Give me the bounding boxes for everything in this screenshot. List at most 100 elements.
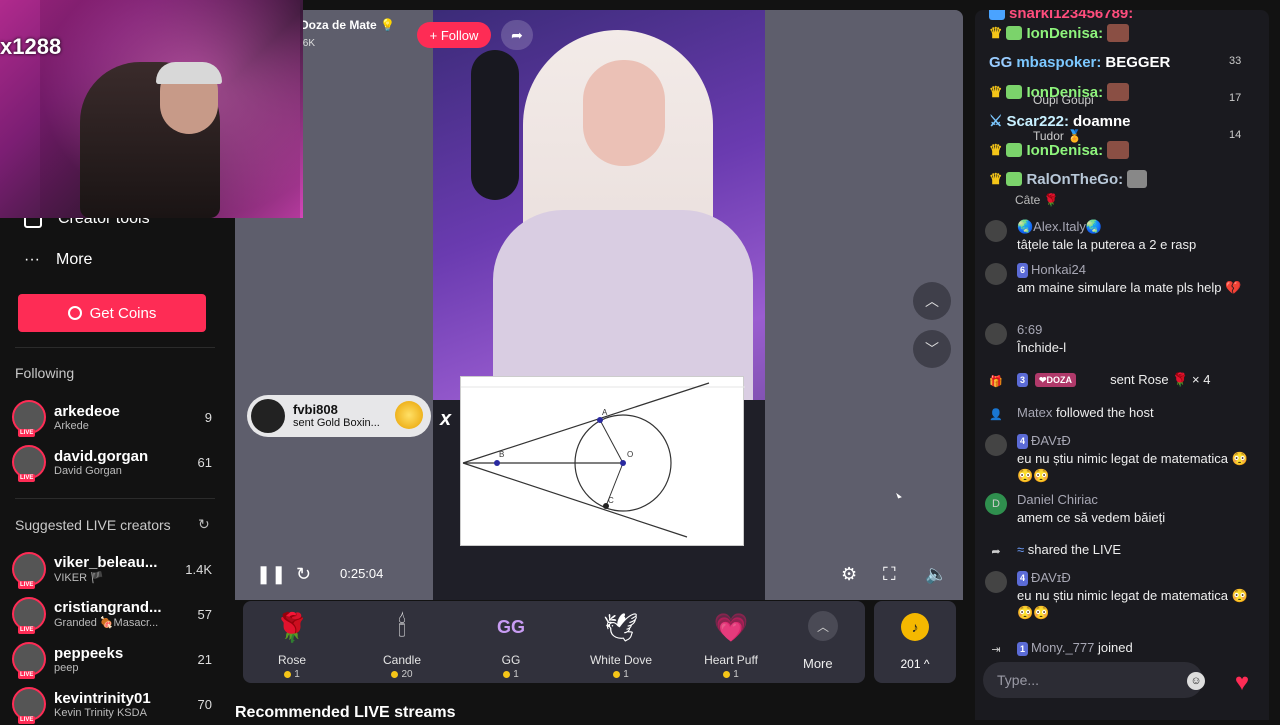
gift-message[interactable]: 🎁 3 ❤DOZA sent Rose 🌹 × 4 xyxy=(985,368,1259,392)
avatar: LIVE xyxy=(12,642,46,679)
message-user: IonDenisa: xyxy=(1026,141,1104,159)
message-count: 17 xyxy=(1229,92,1242,104)
suggested-item[interactable]: LIVE kevintrinity01 Kevin Trinity KSDA 70 xyxy=(12,683,212,725)
chevron-up-icon: ︿ xyxy=(816,619,829,634)
rose-icon: 🌹 xyxy=(274,611,310,643)
crown-icon: ♛ xyxy=(989,171,1003,188)
chat-message[interactable]: 🌏Alex.Italy🌏 tâțele tale la puterea a 2 e… xyxy=(985,218,1259,253)
account-name: david.gorgan xyxy=(54,447,149,465)
live-tag: LIVE xyxy=(18,626,36,634)
account-name: peppeeks xyxy=(54,644,124,662)
gift-gg[interactable]: GG GG 1 xyxy=(466,609,556,681)
account-nickname: peep xyxy=(54,661,79,674)
chat-message[interactable]: 6:69 Închide-l xyxy=(985,321,1259,356)
gift-text: sent Gold Boxin... xyxy=(293,417,380,430)
suggested-item[interactable]: LIVE viker_beleau... VIKER 🏴 1.4K xyxy=(12,548,212,590)
share-icon[interactable]: ➦ xyxy=(501,20,533,50)
message-text: sent Rose 🌹 × 4 xyxy=(1110,372,1211,388)
crown-icon: ♛ xyxy=(989,142,1003,159)
gift-bar: 🌹 Rose 1 🕯 Candle 20 GG GG 1 🕊 White Dov… xyxy=(243,601,865,683)
level-badge xyxy=(989,10,1005,20)
account-nickname: Arkede xyxy=(54,419,89,432)
live-tag: LIVE xyxy=(18,429,36,437)
next-live-button[interactable]: ﹀ xyxy=(913,330,951,368)
message-user: Mony._777 xyxy=(1031,640,1095,656)
previous-live-button[interactable]: ︿ xyxy=(913,282,951,320)
message-text: doamne xyxy=(1073,112,1131,130)
coins-balance-button[interactable]: ♪ 201 ^ xyxy=(874,601,956,683)
chat-message[interactable]: 4 ĐAVɪĐ eu nu știu nimic legat de matemati… xyxy=(985,569,1259,622)
faded-name: Tudor 🏅 xyxy=(1033,129,1083,143)
get-coins-button[interactable]: Get Coins xyxy=(18,294,206,332)
suggested-item[interactable]: LIVE peppeeks peep 21 xyxy=(12,638,212,680)
divider xyxy=(15,498,215,499)
webcam-overlay: x1288 xyxy=(0,0,303,218)
gift-price: 20 xyxy=(401,669,413,680)
like-heart-icon[interactable]: ♥ xyxy=(1229,669,1255,696)
host-info[interactable]: Doza de Mate 💡 .6K xyxy=(300,18,395,49)
share-message[interactable]: ➦ ≈ shared the LIVE xyxy=(985,538,1259,562)
gift-multiplier: x xyxy=(440,408,452,430)
message-user: RalOnTheGo: xyxy=(1026,170,1124,188)
settings-button[interactable]: ⚙ xyxy=(841,562,857,586)
chat-message[interactable]: D Daniel Chiriac amem ce să vedem băieți xyxy=(985,491,1259,526)
user-icon: ≈ xyxy=(1017,542,1025,558)
following-item[interactable]: LIVE arkedeoe Arkede 9 xyxy=(12,396,212,438)
refresh-icon[interactable]: ↻ xyxy=(198,516,210,533)
pinned-message: ♛ RalOnTheGo: xyxy=(989,168,1148,190)
level-badge: 4 xyxy=(1017,571,1029,586)
emoji-icon[interactable]: ☺ xyxy=(1187,672,1205,690)
viewer-count: 1.4K xyxy=(185,561,212,577)
svg-text:C: C xyxy=(608,496,614,505)
viewer-count: 9 xyxy=(204,409,212,425)
refresh-button[interactable]: ↻ xyxy=(296,562,311,586)
gift-candle[interactable]: 🕯 Candle 20 xyxy=(357,609,447,681)
gifter-avatar xyxy=(251,399,285,433)
webcam-tag: x1288 xyxy=(0,34,62,59)
gift-white-dove[interactable]: 🕊 White Dove 1 xyxy=(576,609,666,681)
viewer-count: 61 xyxy=(197,454,212,470)
more-gifts-label[interactable]: More xyxy=(803,656,833,671)
message-text: followed the host xyxy=(1056,405,1154,421)
join-message[interactable]: ⇥ 1 Mony._777 joined xyxy=(985,636,1259,660)
message-user: Daniel Chiriac xyxy=(1017,492,1098,507)
chat-message[interactable]: 4 ĐAVɪĐ eu nu știu nimic legat de matemati… xyxy=(985,432,1259,485)
sword-icon: ⚔ xyxy=(989,113,1003,130)
message-user: Matex xyxy=(1017,405,1053,421)
crown-icon: ♛ xyxy=(989,25,1003,42)
pinned-message: GG mbaspoker: BEGGER xyxy=(989,51,1170,73)
sidebar-item-more[interactable]: ··· More xyxy=(24,251,92,269)
svg-text:B: B xyxy=(499,450,504,459)
more-gifts-button[interactable]: ︿ xyxy=(808,611,838,641)
coins-balance: 201 ^ xyxy=(900,657,930,671)
suggested-item[interactable]: LIVE cristiangrand... Granded 🍖Masacr... … xyxy=(12,593,212,635)
account-nickname: Kevin Trinity KSDA xyxy=(54,706,147,719)
avatar: LIVE xyxy=(12,445,46,482)
avatar xyxy=(985,571,1007,593)
sticker-image xyxy=(1107,24,1130,42)
pause-icon: ❚❚ xyxy=(256,563,287,584)
follow-button[interactable]: + Follow xyxy=(417,22,491,48)
level-badge: 1 xyxy=(1017,641,1029,656)
message-text: Închide-l xyxy=(1017,339,1067,355)
avatar: LIVE xyxy=(12,552,46,589)
message-text: eu nu știu nimic legat de matematica 😳😳😳 xyxy=(1017,587,1248,621)
coin-icon xyxy=(67,306,82,320)
account-nickname: VIKER 🏴 xyxy=(54,572,104,584)
sticker-image xyxy=(1107,83,1130,101)
chat-message[interactable]: 6 Honkai24 am maine simulare la mate pls h… xyxy=(985,261,1259,296)
following-title: Following xyxy=(15,365,75,381)
following-item[interactable]: LIVE david.gorgan David Gorgan 61 xyxy=(12,441,212,483)
gift-name: White Dove xyxy=(589,653,653,667)
chat-input[interactable]: Type... xyxy=(983,662,1203,698)
microphone-shape xyxy=(471,50,519,200)
avatar xyxy=(985,434,1007,456)
volume-button[interactable]: 🔈 xyxy=(925,562,947,586)
fullscreen-button[interactable]: ⛶ xyxy=(883,562,896,586)
gift-price: 1 xyxy=(294,669,300,680)
streamer-headphones xyxy=(156,62,222,84)
gift-rose[interactable]: 🌹 Rose 1 xyxy=(247,609,337,681)
follow-message[interactable]: 👤 Matex followed the host xyxy=(985,401,1259,425)
pause-button[interactable]: ❚❚ xyxy=(256,562,286,586)
gift-heart-puff[interactable]: 💗 Heart Puff 1 xyxy=(686,609,776,681)
